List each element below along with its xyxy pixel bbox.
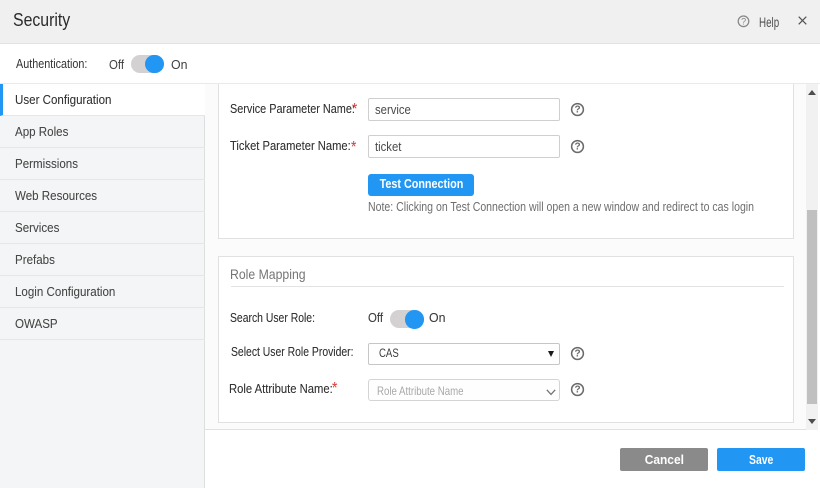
svg-text:?: ? — [741, 16, 746, 26]
svg-text:?: ? — [575, 349, 581, 360]
svg-text:?: ? — [574, 104, 580, 115]
svg-text:?: ? — [574, 141, 580, 152]
svg-text:?: ? — [575, 385, 581, 396]
